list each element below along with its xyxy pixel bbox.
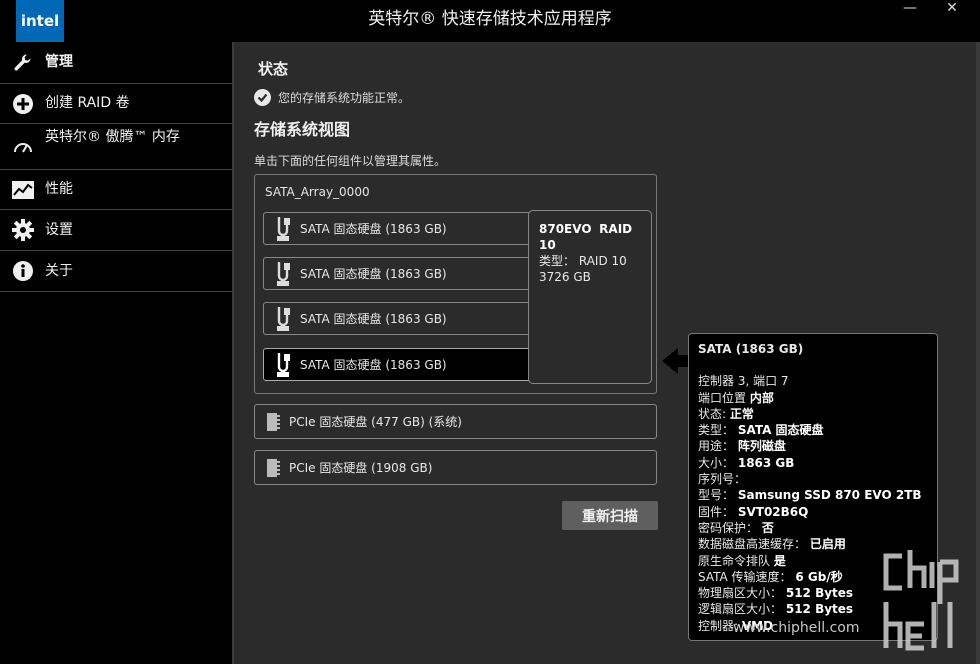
- pointer-arrow-tail: [676, 355, 688, 367]
- details-row-value: 已启用: [809, 537, 846, 552]
- details-row: 端口位置 内部: [698, 390, 928, 406]
- details-row-value: 阵列磁盘: [737, 439, 786, 454]
- watermark-site: www.chiphell.com: [733, 620, 860, 636]
- rescan-button[interactable]: 重新扫描: [562, 501, 658, 530]
- sata-disk-icon: [277, 216, 290, 241]
- details-row-label: 用途：: [698, 439, 735, 454]
- details-row-value: 512 Bytes: [785, 602, 854, 617]
- sidebar-item-optane[interactable]: 英特尔® 傲腾™ 内存: [0, 124, 232, 170]
- details-row: 状态: 正常: [698, 406, 928, 422]
- sata-disk-icon: [277, 352, 290, 377]
- hint-text: 单击下面的任何组件以管理其属性。: [254, 154, 447, 168]
- gauge-icon: [12, 136, 34, 158]
- pcie-disk-icon: [267, 458, 280, 477]
- volume-type: 类型： RAID 10: [539, 253, 641, 269]
- details-row-label: 密码保护：: [698, 520, 759, 535]
- disk-label: PCIe 固态硬盘 (477 GB) (系统): [289, 415, 462, 429]
- sidebar-item-label: 管理: [45, 54, 73, 70]
- check-circle-icon: [254, 89, 271, 106]
- info-icon: [12, 260, 34, 282]
- gear-icon: [12, 219, 34, 241]
- sidebar-item-label: 设置: [45, 221, 73, 238]
- sata-disk-icon: [277, 306, 290, 331]
- array-name: SATA_Array_0000: [265, 185, 370, 199]
- plus-circle-icon: [12, 93, 34, 115]
- storage-view-heading: 存储系统视图: [254, 120, 351, 139]
- sidebar-item-create-raid[interactable]: 创建 RAID 卷: [0, 84, 232, 124]
- close-button[interactable]: ✕: [932, 0, 972, 20]
- details-row-value: 512 Bytes: [785, 586, 854, 601]
- details-row-label: 大小：: [698, 455, 735, 470]
- details-row-value: 6 Gb/秒: [795, 569, 843, 584]
- details-row-value: 是: [773, 553, 786, 568]
- details-row: 用途： 阵列磁盘: [698, 438, 928, 454]
- details-row-label: 类型：: [698, 423, 735, 438]
- chart-icon: [12, 179, 34, 201]
- details-row-value: 正常: [729, 406, 754, 421]
- details-row-value: 内部: [749, 390, 774, 405]
- sidebar-item-performance[interactable]: 性能: [0, 170, 232, 210]
- disk-label: SATA 固态硬盘 (1863 GB): [300, 222, 447, 236]
- volume-name: 870EVO: [539, 222, 592, 236]
- sata-disk-1[interactable]: SATA 固态硬盘 (1863 GB): [263, 212, 545, 245]
- details-row-value: 否: [761, 520, 774, 535]
- details-row-value: 1863 GB: [737, 455, 795, 470]
- details-row-label: 固件：: [698, 504, 735, 519]
- window-title: 英特尔® 快速存储技术应用程序: [368, 9, 612, 29]
- disk-label: PCIe 固态硬盘 (1908 GB): [289, 461, 433, 475]
- details-title: SATA (1863 GB): [698, 342, 804, 356]
- details-row-label: SATA 传输速度：: [698, 569, 792, 584]
- details-row-value: SVT02B6Q: [737, 504, 809, 519]
- details-row: 固件： SVT02B6Q: [698, 504, 928, 520]
- sata-disk-3[interactable]: SATA 固态硬盘 (1863 GB): [263, 302, 545, 335]
- sidebar-item-label: 关于: [45, 262, 73, 279]
- sidebar-item-label: 性能: [45, 181, 73, 197]
- pcie-disk-icon: [267, 412, 280, 431]
- status-heading: 状态: [258, 60, 289, 78]
- sidebar-item-manage[interactable]: 管理: [0, 42, 232, 84]
- details-row-label: 数据磁盘高速缓存：: [698, 537, 807, 552]
- wrench-icon: [12, 52, 34, 74]
- volume-title: 870EVO RAID 10: [539, 221, 641, 253]
- sata-disk-2[interactable]: SATA 固态硬盘 (1863 GB): [263, 257, 545, 290]
- volume-type-value: RAID 10: [578, 254, 627, 268]
- details-row-label: 逻辑扇区大小：: [698, 602, 783, 617]
- pcie-disk-1[interactable]: PCIe 固态硬盘 (477 GB) (系统): [254, 404, 657, 439]
- details-row-label: 原生命令排队: [698, 553, 771, 568]
- details-row-label: 控制器 3, 端口 7: [698, 374, 789, 389]
- status-text: 您的存储系统功能正常。: [278, 91, 411, 105]
- details-row: 类型： SATA 固态硬盘: [698, 422, 928, 438]
- pcie-disk-2[interactable]: PCIe 固态硬盘 (1908 GB): [254, 450, 657, 485]
- disk-label: SATA 固态硬盘 (1863 GB): [300, 267, 447, 281]
- disk-label: SATA 固态硬盘 (1863 GB): [300, 358, 447, 372]
- sidebar-item-about[interactable]: 关于: [0, 251, 232, 292]
- details-row-label: 型号：: [698, 488, 735, 503]
- details-row-value: SATA 固态硬盘: [737, 423, 824, 438]
- title-bar: intel 英特尔® 快速存储技术应用程序 — ✕: [0, 0, 980, 42]
- sidebar-item-label: 英特尔® 傲腾™ 内存: [45, 129, 180, 145]
- details-row: 型号： Samsung SSD 870 EVO 2TB: [698, 487, 928, 503]
- details-row-label: 端口位置: [698, 390, 747, 405]
- disk-label: SATA 固态硬盘 (1863 GB): [300, 312, 447, 326]
- sidebar-item-label: 创建 RAID 卷: [45, 95, 130, 111]
- volume-type-label: 类型：: [539, 254, 576, 268]
- status-line: 您的存储系统功能正常。: [254, 89, 410, 106]
- scrollbar[interactable]: [976, 42, 980, 664]
- sata-disk-icon: [277, 261, 290, 286]
- sata-disk-4[interactable]: SATA 固态硬盘 (1863 GB): [263, 348, 545, 381]
- minimize-button[interactable]: —: [890, 0, 930, 20]
- volume-size: 3726 GB: [539, 270, 591, 284]
- details-row: 密码保护： 否: [698, 520, 928, 536]
- details-row: 序列号：: [698, 471, 928, 487]
- details-row: 大小： 1863 GB: [698, 455, 928, 471]
- chiphell-logo-icon: [883, 550, 959, 651]
- sidebar-item-settings[interactable]: 设置: [0, 210, 232, 251]
- details-row: 控制器 3, 端口 7: [698, 373, 928, 389]
- sidebar: 管理 创建 RAID 卷 英特尔® 傲腾™ 内存 性能 设置 关于: [0, 42, 234, 664]
- details-row-label: 物理扇区大小：: [698, 586, 783, 601]
- details-row-label: 状态:: [698, 406, 727, 421]
- details-row-label: 序列号：: [698, 472, 747, 487]
- details-row-value: Samsung SSD 870 EVO 2TB: [737, 488, 922, 503]
- volume-popup[interactable]: 870EVO RAID 10 类型： RAID 10 3726 GB: [528, 210, 652, 384]
